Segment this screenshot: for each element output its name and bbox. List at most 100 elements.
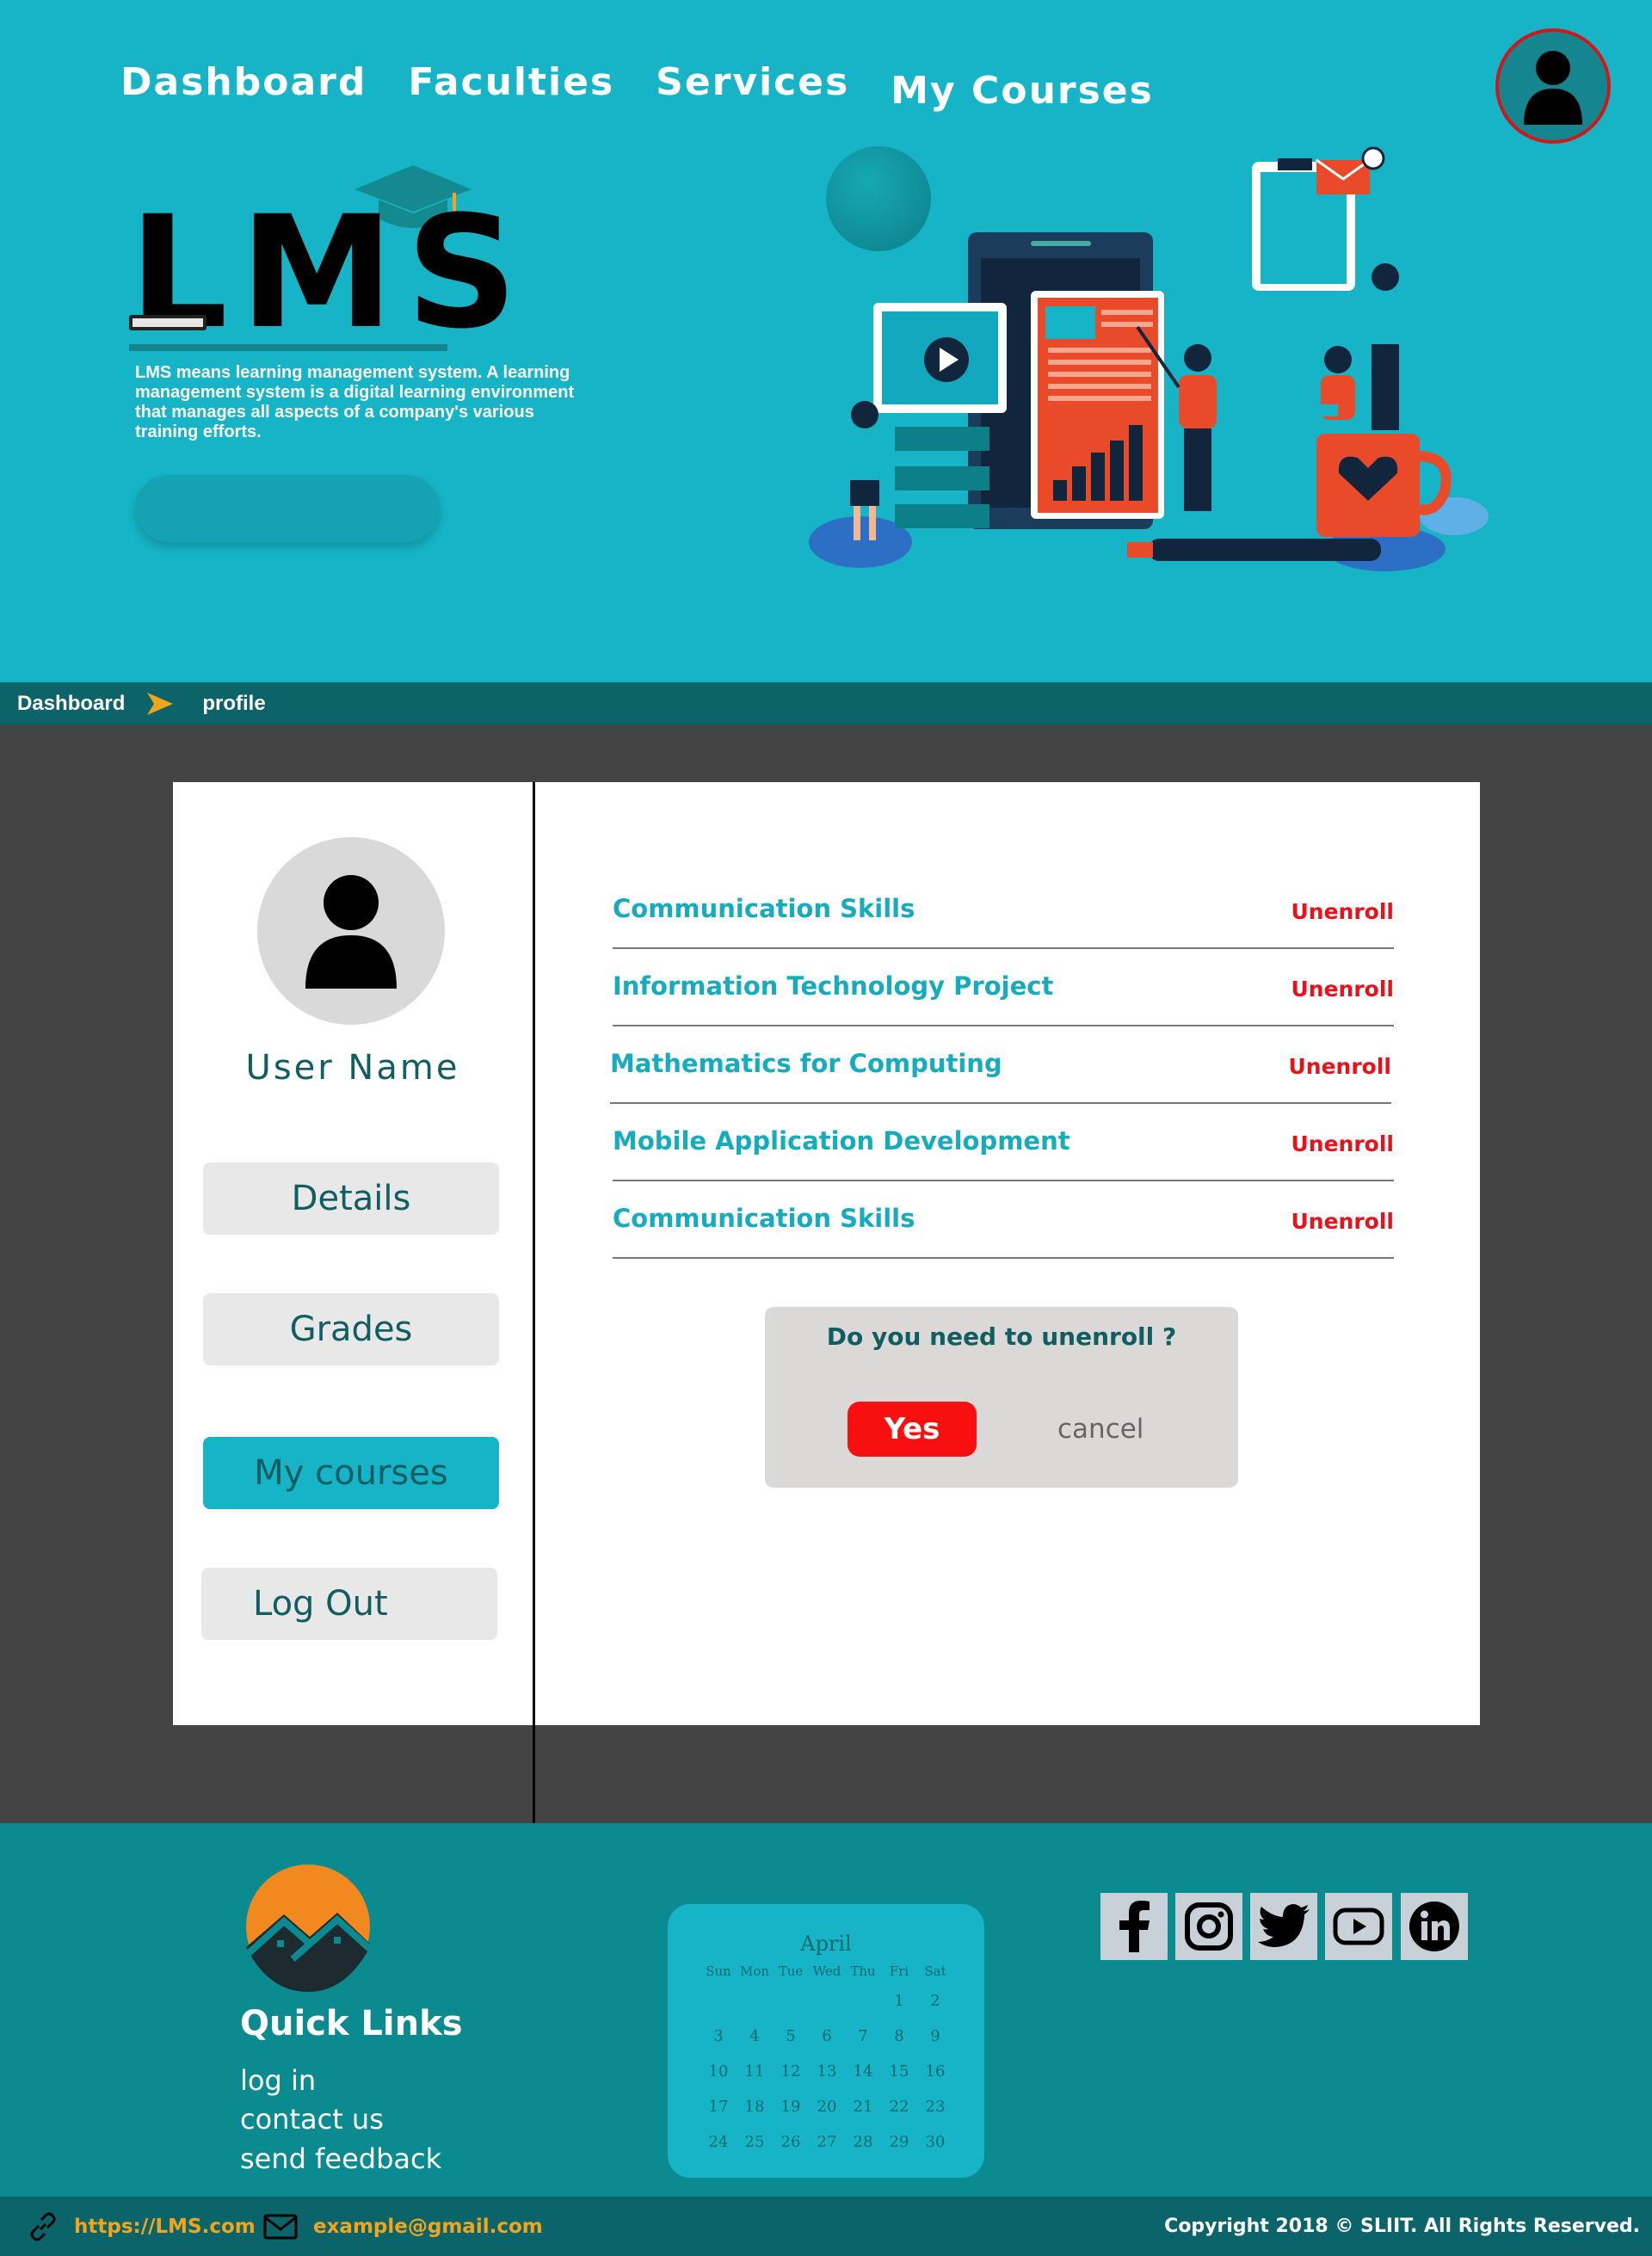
calendar-day xyxy=(737,1983,773,2019)
calendar-week: 10 11 12 13 14 15 16 xyxy=(700,2054,953,2089)
bottom-bar: https://LMS.com example@gmail.com Copyri… xyxy=(0,2197,1652,2256)
email-link[interactable]: example@gmail.com xyxy=(313,2216,543,2238)
course-row: Mobile Application Development Unenroll xyxy=(613,1104,1394,1181)
youtube-icon[interactable] xyxy=(1325,1893,1392,1960)
calendar-month: April xyxy=(800,1932,852,1956)
calendar-week: 17 18 19 20 21 22 23 xyxy=(700,2089,953,2124)
calendar-day[interactable]: 12 xyxy=(773,2054,809,2089)
weekday-label: Sat xyxy=(924,1963,946,1979)
calendar-day[interactable]: 15 xyxy=(881,2054,917,2089)
grades-button[interactable]: Grades xyxy=(203,1293,499,1365)
user-icon xyxy=(305,875,397,989)
nav-faculties[interactable]: Faculties xyxy=(408,60,614,113)
weekday-label: Sun xyxy=(706,1963,731,1979)
website-link-group[interactable]: https://LMS.com xyxy=(28,2197,256,2256)
user-avatar xyxy=(257,837,445,1025)
quick-link-contact[interactable]: contact us xyxy=(240,2103,384,2136)
calendar-day xyxy=(773,1983,809,2019)
unenroll-button[interactable]: Unenroll xyxy=(1291,899,1395,924)
calendar-day[interactable]: 8 xyxy=(881,2019,917,2054)
calendar-day[interactable]: 17 xyxy=(700,2089,737,2124)
course-name[interactable]: Communication Skills xyxy=(613,894,915,923)
calendar-day[interactable]: 10 xyxy=(700,2054,737,2089)
unenroll-button[interactable]: Unenroll xyxy=(1289,1054,1392,1079)
calendar-day[interactable]: 5 xyxy=(773,2019,809,2054)
calendar-day[interactable]: 24 xyxy=(700,2124,737,2160)
logo-underline xyxy=(129,344,447,351)
nav-dashboard[interactable]: Dashboard xyxy=(120,60,367,113)
calendar-day[interactable]: 16 xyxy=(917,2054,953,2089)
email-link-group[interactable]: example@gmail.com xyxy=(263,2197,543,2256)
calendar-day[interactable]: 27 xyxy=(809,2124,845,2160)
weekday-label: Mon xyxy=(739,1963,770,1979)
calendar-day[interactable]: 23 xyxy=(917,2089,953,2124)
get-started-button[interactable] xyxy=(135,475,440,542)
course-name[interactable]: Information Technology Project xyxy=(613,971,1053,1001)
calendar-day[interactable]: 21 xyxy=(845,2089,881,2124)
calendar-day[interactable]: 22 xyxy=(881,2089,917,2124)
calendar-day[interactable]: 26 xyxy=(773,2124,809,2160)
profile-avatar-button[interactable] xyxy=(1495,28,1611,144)
nav-my-courses[interactable]: My Courses xyxy=(891,69,1154,113)
calendar-day[interactable]: 19 xyxy=(773,2089,809,2124)
details-button[interactable]: Details xyxy=(203,1162,499,1235)
quick-link-login[interactable]: log in xyxy=(240,2064,316,2097)
calendar-day[interactable]: 9 xyxy=(917,2019,953,2054)
dialog-question: Do you need to unenroll ? xyxy=(826,1322,1177,1351)
calendar-day[interactable]: 6 xyxy=(809,2019,845,2054)
calendar-grid: Sun Mon Tue Wed Thu Fri Sat 1 2 3 4 5 6 7 8 9 10 1… xyxy=(700,1959,953,2160)
hero-illustration xyxy=(809,146,1489,571)
intro-text: LMS means learning management system. A … xyxy=(135,363,575,441)
course-name[interactable]: Communication Skills xyxy=(613,1204,915,1233)
confirm-yes-button[interactable]: Yes xyxy=(848,1402,977,1457)
calendar-day xyxy=(700,1983,737,2019)
breadcrumb-dashboard[interactable]: Dashboard xyxy=(17,692,125,716)
unenroll-button[interactable]: Unenroll xyxy=(1291,1131,1395,1156)
my-courses-button[interactable]: My courses xyxy=(203,1437,499,1509)
unenroll-button[interactable]: Unenroll xyxy=(1291,977,1395,1002)
facebook-icon[interactable] xyxy=(1100,1893,1168,1960)
calendar-day[interactable]: 7 xyxy=(845,2019,881,2054)
course-name[interactable]: Mobile Application Development xyxy=(613,1126,1070,1156)
calendar-day[interactable]: 25 xyxy=(737,2124,773,2160)
user-name: User Name xyxy=(245,1048,460,1088)
course-name[interactable]: Mathematics for Computing xyxy=(610,1049,1002,1078)
weekday-label: Thu xyxy=(850,1963,876,1979)
calendar-day[interactable]: 30 xyxy=(917,2124,953,2160)
quick-link-feedback[interactable]: send feedback xyxy=(240,2142,441,2175)
logout-button[interactable]: Log Out xyxy=(201,1568,497,1640)
calendar-week: 3456789 xyxy=(700,2019,953,2054)
nav-services[interactable]: Services xyxy=(656,60,849,113)
quick-links-title: Quick Links xyxy=(240,2004,463,2043)
course-row: Information Technology Project Unenroll xyxy=(613,949,1394,1026)
unenroll-button[interactable]: Unenroll xyxy=(1291,1209,1395,1234)
mail-icon xyxy=(263,2214,298,2239)
linkedin-icon[interactable] xyxy=(1401,1893,1468,1960)
twitter-icon[interactable] xyxy=(1250,1893,1317,1960)
unenroll-confirm-dialog: Do you need to unenroll ? Yes cancel xyxy=(765,1307,1238,1488)
calendar-week: 24 25 26 27 28 29 30 xyxy=(700,2124,953,2160)
calendar-day[interactable]: 28 xyxy=(845,2124,881,2160)
weekday-label: Wed xyxy=(812,1963,841,1979)
calendar-day[interactable]: 29 xyxy=(881,2124,917,2160)
course-row: Communication Skills Unenroll xyxy=(613,1181,1394,1259)
calendar-day[interactable]: 20 xyxy=(809,2089,845,2124)
top-nav: Dashboard Faculties Services My Courses xyxy=(120,60,1154,113)
calendar-day[interactable]: 1 xyxy=(881,1983,917,2019)
breadcrumb: Dashboard profile xyxy=(0,682,1652,725)
calendar-day[interactable]: 13 xyxy=(809,2054,845,2089)
calendar-day[interactable]: 2 xyxy=(917,1983,953,2019)
calendar-week: 12 xyxy=(700,1983,953,2019)
user-icon xyxy=(1524,51,1582,125)
website-link[interactable]: https://LMS.com xyxy=(74,2216,256,2238)
calendar-day[interactable]: 14 xyxy=(845,2054,881,2089)
calendar-day[interactable]: 11 xyxy=(737,2054,773,2089)
breadcrumb-profile: profile xyxy=(202,692,266,715)
calendar-day[interactable]: 3 xyxy=(700,2019,737,2054)
calendar-day[interactable]: 4 xyxy=(737,2019,773,2054)
header: Dashboard Faculties Services My Courses … xyxy=(0,0,1652,682)
calendar-day[interactable]: 18 xyxy=(737,2089,773,2124)
cancel-button[interactable]: cancel xyxy=(1057,1414,1143,1445)
instagram-icon[interactable] xyxy=(1175,1893,1242,1960)
lms-logo: LMS xyxy=(129,163,517,353)
